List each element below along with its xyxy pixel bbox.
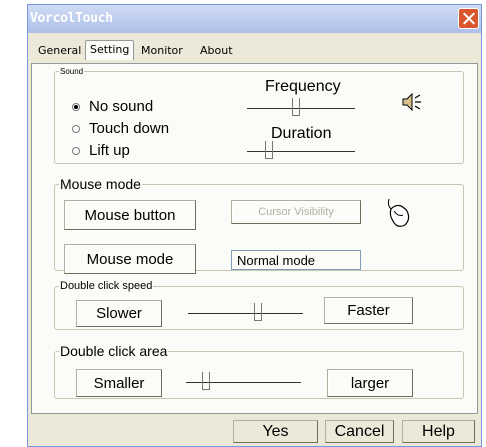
double-click-area-slider[interactable] — [186, 372, 301, 394]
sound-legend: Sound — [60, 67, 84, 76]
radio-touch-down[interactable]: Touch down — [72, 120, 169, 137]
tab-monitor[interactable]: Monitor — [141, 44, 183, 57]
larger-button[interactable]: larger — [327, 369, 413, 397]
radio-lift-up-dot — [72, 146, 80, 155]
tab-about[interactable]: About — [200, 44, 233, 57]
frequency-slider-thumb[interactable] — [292, 98, 300, 116]
duration-slider-thumb[interactable] — [265, 141, 273, 159]
mouse-button-button[interactable]: Mouse button — [64, 200, 196, 230]
smaller-button[interactable]: Smaller — [76, 369, 162, 397]
mouse-mode-legend: Mouse mode — [60, 176, 141, 192]
tab-general[interactable]: General — [38, 44, 81, 57]
title-bar[interactable]: VorcolTouch — [28, 5, 481, 33]
mouse-icon — [387, 198, 410, 227]
double-click-speed-slider[interactable] — [188, 303, 303, 325]
tab-setting[interactable]: Setting — [85, 40, 135, 60]
faster-button[interactable]: Faster — [324, 297, 413, 324]
help-button[interactable]: Help — [402, 420, 475, 443]
radio-lift-up[interactable]: Lift up — [72, 142, 130, 159]
double-click-area-group: Double click area Smaller larger — [54, 343, 464, 399]
double-click-area-slider-thumb[interactable] — [202, 372, 210, 390]
frequency-label: Frequency — [265, 78, 341, 95]
dialog-window: VorcolTouch General Setting Monitor Abou… — [27, 4, 482, 447]
double-click-area-legend: Double click area — [60, 343, 168, 359]
radio-touch-down-dot — [72, 124, 80, 133]
speaker-icon — [402, 92, 421, 112]
mouse-mode-button[interactable]: Mouse mode — [64, 244, 196, 274]
radio-touch-down-label: Touch down — [89, 120, 170, 137]
radio-lift-up-label: Lift up — [89, 142, 130, 159]
radio-no-sound[interactable]: No sound — [72, 98, 153, 115]
sound-group: Sound No sound Touch down Lift up Freque… — [54, 67, 464, 164]
frequency-slider[interactable] — [247, 98, 355, 120]
double-click-speed-legend: Double click speed — [60, 280, 153, 292]
double-click-speed-slider-thumb[interactable] — [254, 303, 262, 321]
yes-button[interactable]: Yes — [233, 420, 318, 443]
double-click-speed-slider-track — [188, 313, 303, 314]
radio-no-sound-label: No sound — [89, 98, 154, 115]
double-click-speed-group: Double click speed Slower Faster — [54, 280, 464, 330]
duration-slider[interactable] — [247, 141, 355, 163]
window-title: VorcolTouch — [30, 11, 113, 26]
mouse-mode-value: Normal mode — [231, 250, 361, 270]
radio-no-sound-dot — [72, 102, 80, 111]
frequency-slider-track — [247, 108, 355, 109]
duration-slider-track — [247, 151, 355, 152]
cursor-visibility-button: Cursor Visibility — [231, 200, 361, 224]
mouse-mode-group: Mouse mode Mouse button Cursor Visibilit… — [54, 176, 464, 274]
settings-panel: Sound No sound Touch down Lift up Freque… — [31, 63, 478, 414]
close-button[interactable] — [458, 8, 479, 29]
cancel-button[interactable]: Cancel — [325, 420, 394, 443]
slower-button[interactable]: Slower — [76, 300, 162, 327]
